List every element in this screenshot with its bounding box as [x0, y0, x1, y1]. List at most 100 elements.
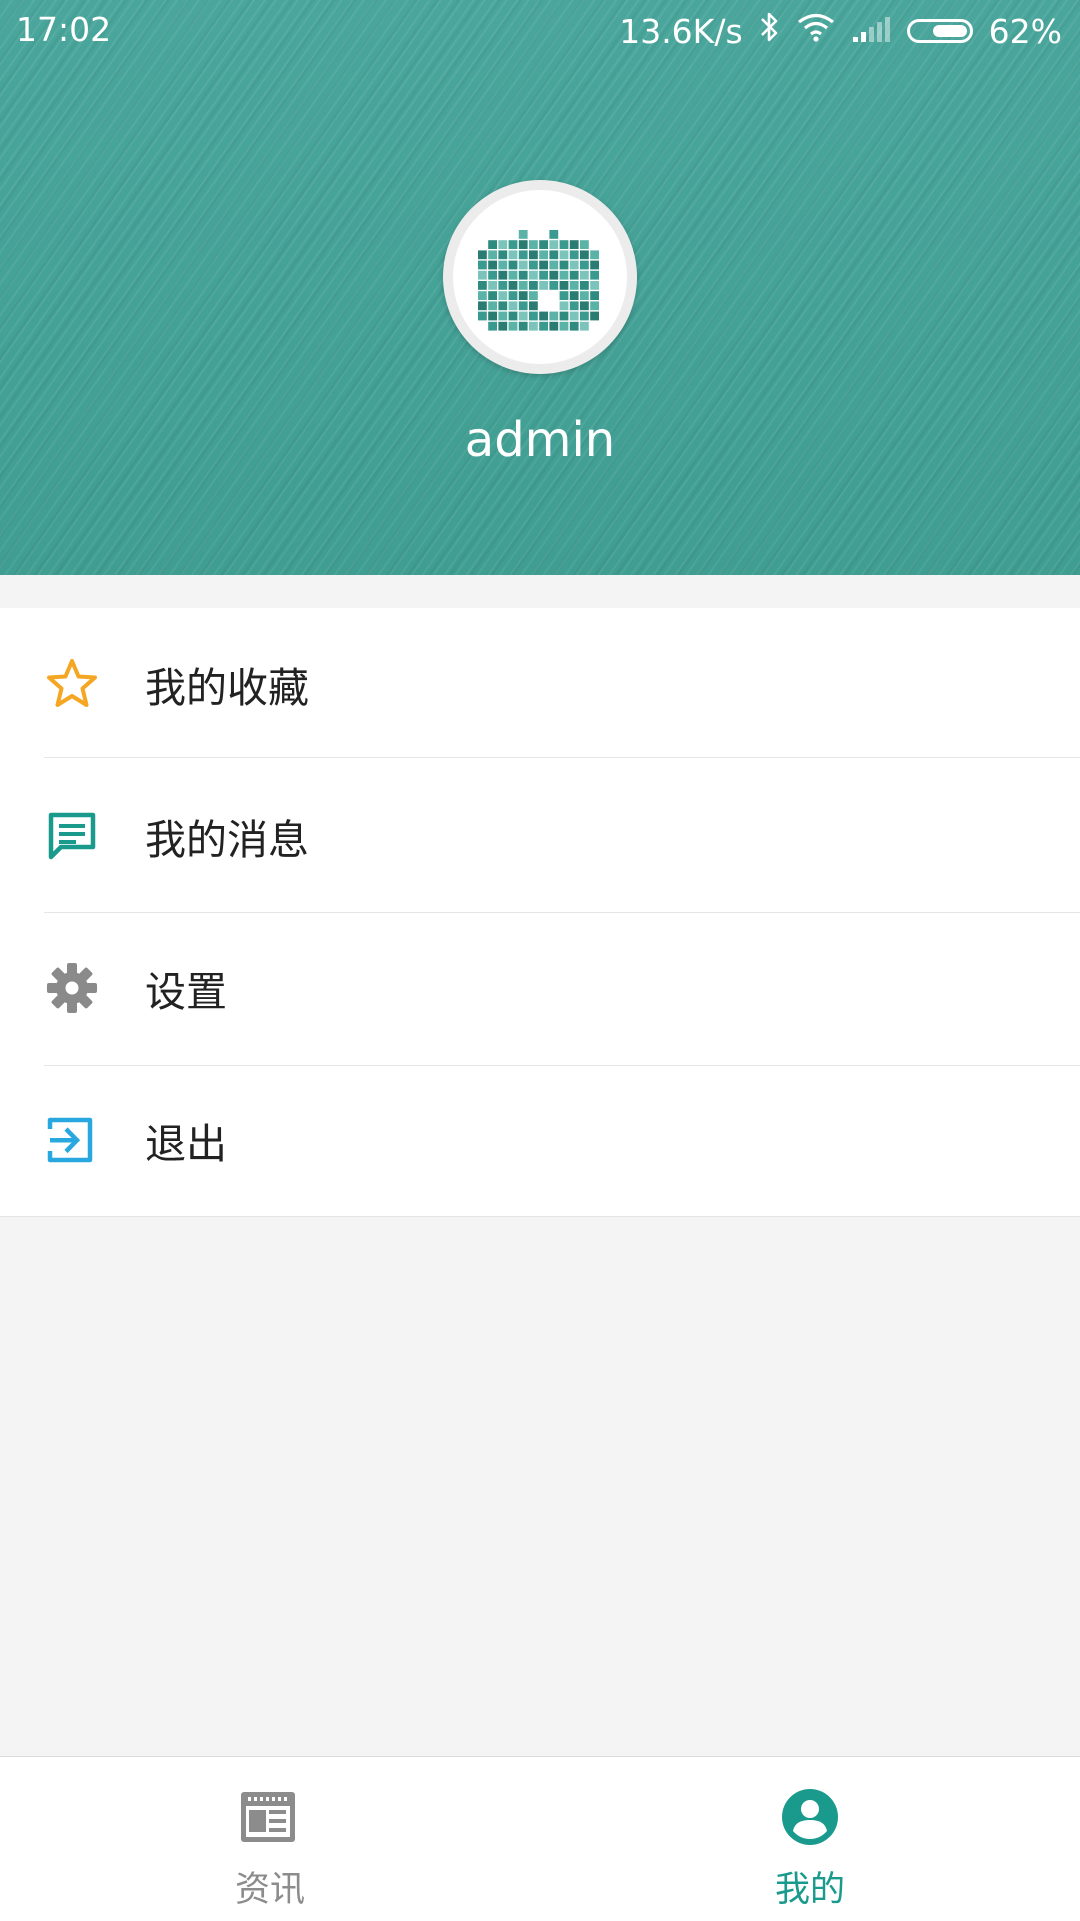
avatar-pixel: [590, 301, 599, 311]
avatar-pixel: [549, 240, 559, 249]
avatar-pixel: [549, 260, 559, 270]
avatar-pixel: [539, 311, 548, 321]
avatar-pixel: [518, 301, 528, 311]
avatar-pixel: [529, 250, 538, 260]
avatar-pixel: [498, 260, 508, 270]
avatar-pixel: [590, 291, 599, 300]
avatar-pixel: [569, 311, 579, 321]
avatar-pixel: [518, 230, 528, 239]
avatar-pixel: [580, 250, 589, 260]
avatar-pixel: [590, 250, 599, 260]
avatar-pixel: [478, 301, 487, 311]
avatar-pixel: [518, 321, 528, 331]
avatar-pixel: [488, 240, 497, 249]
logout-icon: [44, 1112, 100, 1168]
star-icon: [44, 656, 100, 712]
avatar-pixel: [580, 240, 589, 249]
avatar-pixel: [488, 250, 497, 260]
gear-icon: [44, 960, 100, 1016]
avatar-pixel: [559, 250, 569, 260]
avatar-pixel: [498, 240, 508, 249]
avatar-pixel: [569, 240, 579, 249]
avatar-pixel: [488, 281, 497, 290]
avatar-pixel: [478, 260, 487, 270]
avatar-pixel: [488, 301, 497, 311]
avatar-pixel: [529, 270, 538, 280]
avatar-pixel: [498, 281, 508, 290]
avatar-pixel: [508, 291, 518, 300]
avatar-pixel: [498, 301, 508, 311]
avatar-pixel: [498, 270, 508, 280]
avatar-pixel: [559, 260, 569, 270]
avatar-pixel: [508, 270, 518, 280]
avatar-pixel: [498, 250, 508, 260]
avatar-pixel: [539, 321, 548, 331]
menu-item-label: 我的消息: [145, 816, 309, 864]
avatar-pixel: [539, 281, 548, 290]
avatar-pixel: [569, 260, 579, 270]
avatar-pixel: [498, 321, 508, 331]
avatar-pixel: [518, 281, 528, 290]
avatar-pixel: [529, 301, 538, 311]
avatar-pixel: [518, 291, 528, 300]
avatar-pixel: [539, 270, 548, 280]
avatar-pixel: [488, 270, 497, 280]
avatar-pixel: [559, 321, 569, 331]
avatar-pixel: [539, 240, 548, 249]
avatar-pixel: [569, 301, 579, 311]
avatar-pixel: [478, 291, 487, 300]
avatar-pixel: [549, 311, 559, 321]
avatar-pixel: [518, 311, 528, 321]
avatar-pixel: [580, 260, 589, 270]
avatar-pixel: [488, 291, 497, 300]
status-indicators: 13.6K/s 62%: [619, 8, 1062, 54]
network-speed: 13.6K/s: [619, 11, 743, 51]
avatar-pixel: [580, 301, 589, 311]
avatar-pixel: [478, 281, 487, 290]
menu-item-label: 我的收藏: [145, 664, 309, 712]
avatar-pixel: [559, 281, 569, 290]
avatar-pixel: [488, 260, 497, 270]
tab-news[interactable]: 资讯: [0, 1757, 540, 1921]
avatar-pixel: [508, 301, 518, 311]
avatar-pixel: [529, 311, 538, 321]
avatar-pixel: [559, 301, 569, 311]
avatar-pixel: [580, 321, 589, 331]
signal-icon: [851, 12, 891, 51]
avatar-pixel: [508, 260, 518, 270]
avatar-pixel: [529, 321, 538, 331]
avatar-pixel: [569, 281, 579, 290]
avatar[interactable]: [443, 180, 637, 374]
username: admin: [464, 412, 616, 468]
avatar-pixel: [508, 250, 518, 260]
avatar-pixel: [549, 230, 559, 239]
avatar-pixel: [529, 260, 538, 270]
tab-mine[interactable]: 我的: [540, 1757, 1080, 1921]
avatar-pixel: [580, 311, 589, 321]
avatar-pixel: [518, 270, 528, 280]
avatar-pixel: [580, 291, 589, 300]
avatar-pixel: [478, 270, 487, 280]
avatar-pixel: [508, 311, 518, 321]
profile-header: 17:02 13.6K/s 62% admin: [0, 0, 1080, 575]
battery-icon: [906, 19, 973, 43]
avatar-pixel: [529, 291, 538, 300]
menu-item-logout[interactable]: 退出: [0, 1064, 1080, 1216]
tab-label: 我的: [774, 1870, 845, 1910]
menu-item-settings[interactable]: 设置: [0, 912, 1080, 1064]
avatar-pixel: [508, 240, 518, 249]
status-time: 17:02: [16, 10, 112, 49]
menu-item-messages[interactable]: 我的消息: [0, 760, 1080, 912]
menu-divider: [44, 757, 1080, 758]
avatar-pixel: [549, 321, 559, 331]
avatar-pixel: [498, 311, 508, 321]
avatar-pixel: [488, 321, 497, 331]
battery-percent: 62%: [988, 11, 1062, 51]
avatar-pixel: [590, 270, 599, 280]
profile-menu: 我的收藏 我的消息 设置 退出: [0, 608, 1080, 1217]
bluetooth-icon: [759, 10, 781, 52]
message-icon: [44, 808, 100, 864]
avatar-pixel: [498, 291, 508, 300]
menu-item-favorites[interactable]: 我的收藏: [0, 608, 1080, 760]
menu-item-label: 退出: [145, 1120, 227, 1168]
